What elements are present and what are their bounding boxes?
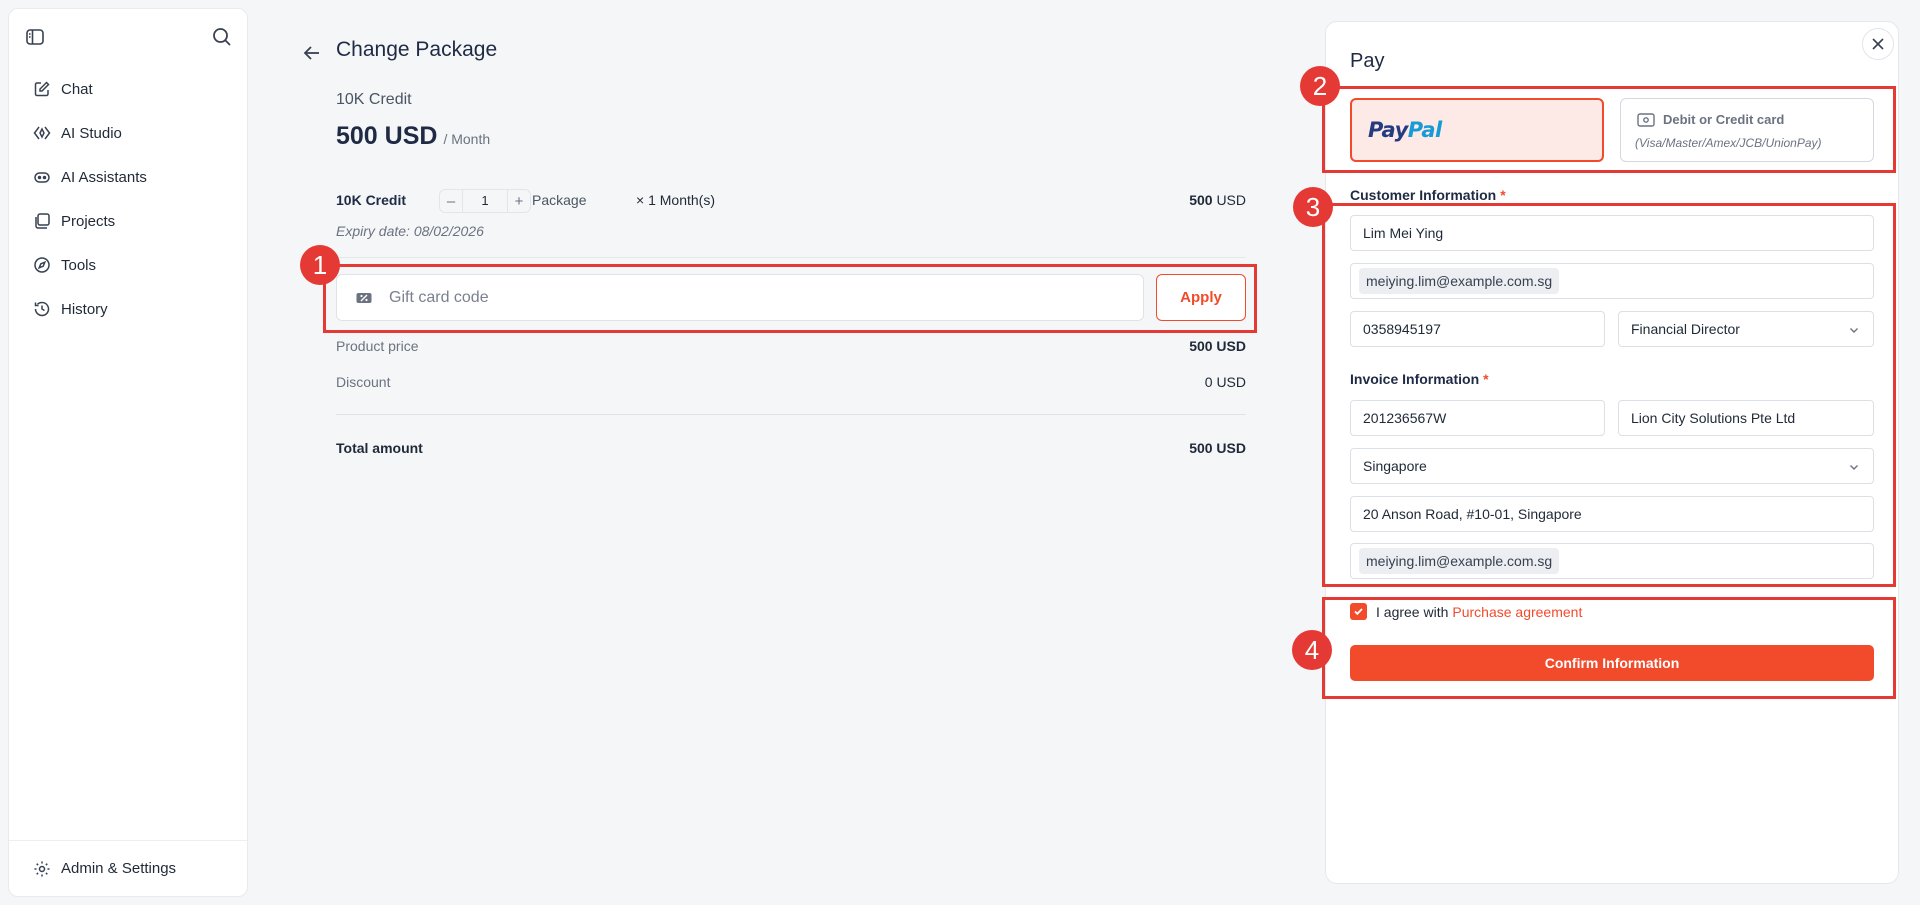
divider — [336, 414, 1246, 415]
pay-title: Pay — [1350, 50, 1385, 72]
sidebar-item-label: History — [61, 300, 108, 318]
compass-icon — [34, 257, 50, 273]
folders-icon — [35, 213, 50, 229]
price-amount: 500 USD — [336, 122, 438, 150]
settings-label: Admin & Settings — [61, 860, 177, 877]
annotation-marker-1: 1 — [300, 245, 340, 285]
gear-icon — [34, 861, 50, 876]
company-name-field[interactable]: Lion City Solutions Pte Ltd — [1618, 400, 1874, 436]
sidebar-item-ai-studio[interactable]: AI Studio — [17, 111, 241, 155]
package-name: 10K Credit — [336, 91, 412, 108]
agreement-row: I agree with Purchase agreement — [1350, 603, 1582, 620]
tax-code-field[interactable]: 201236567W — [1350, 400, 1605, 436]
studio-icon — [33, 126, 51, 140]
sidebar-item-label: Projects — [61, 212, 116, 230]
country-value: Singapore — [1363, 458, 1427, 474]
back-arrow-icon[interactable] — [300, 41, 324, 65]
price-period: / Month — [443, 131, 491, 147]
customer-name-field[interactable]: Lim Mei Ying — [1350, 215, 1874, 251]
card-option-subtitle: (Visa/Master/Amex/JCB/UnionPay) — [1635, 136, 1822, 150]
sidebar-header — [9, 9, 247, 61]
customer-info-label: Customer Information * — [1350, 187, 1506, 203]
line-item-total: 500 USD — [1189, 192, 1246, 208]
total-label: Total amount — [336, 440, 423, 456]
total-value: 500 USD — [1189, 440, 1246, 456]
close-button[interactable] — [1862, 28, 1894, 60]
quantity-value[interactable]: 1 — [462, 190, 508, 212]
sidebar-item-admin-settings[interactable]: Admin & Settings — [9, 840, 247, 896]
sidebar-item-label: Chat — [61, 80, 93, 98]
apply-button[interactable]: Apply — [1156, 274, 1246, 321]
sidebar-item-history[interactable]: History — [17, 287, 241, 331]
product-price-row: Product price 500 USD — [336, 338, 1246, 358]
line-total-currency: USD — [1216, 192, 1246, 208]
payment-option-card[interactable]: Debit or Credit card (Visa/Master/Amex/J… — [1620, 98, 1874, 162]
history-icon — [34, 301, 50, 317]
country-select[interactable]: Singapore — [1350, 448, 1874, 484]
check-icon — [1354, 608, 1363, 616]
chevron-down-icon — [1850, 328, 1858, 333]
invoice-email-field[interactable]: meiying.lim@example.com.sg — [1350, 543, 1874, 579]
close-icon — [1872, 38, 1884, 50]
sidebar-item-ai-assistants[interactable]: AI Assistants — [17, 155, 241, 199]
gift-card-input[interactable] — [389, 288, 1089, 307]
decrement-button[interactable]: – — [440, 190, 462, 212]
purchase-agreement-link[interactable]: Purchase agreement — [1452, 604, 1582, 620]
page-title: Change Package — [336, 38, 498, 61]
email-chip: meiying.lim@example.com.sg — [1359, 548, 1560, 574]
sidebar-item-projects[interactable]: Projects — [17, 199, 241, 243]
annotation-marker-4: 4 — [1292, 630, 1332, 670]
discount-label: Discount — [336, 374, 391, 390]
email-chip: meiying.lim@example.com.sg — [1359, 268, 1560, 294]
line-item-months: × 1 Month(s) — [636, 192, 715, 208]
line-item-unit: Package — [532, 192, 587, 208]
sidebar-item-label: Tools — [61, 256, 97, 274]
card-icon — [1637, 113, 1655, 127]
sidebar-item-tools[interactable]: Tools — [17, 243, 241, 287]
search-icon[interactable] — [211, 26, 233, 48]
sidebar-item-label: AI Studio — [61, 124, 122, 142]
sidebar-nav: Chat AI Studio AI Assistants Projects To… — [17, 67, 241, 331]
sidebar: Chat AI Studio AI Assistants Projects To… — [8, 8, 248, 897]
confirm-information-button[interactable]: Confirm Information — [1350, 645, 1874, 681]
bot-icon — [34, 172, 50, 183]
order-line: 10K Credit – 1 + Package × 1 Month(s) 50… — [336, 189, 1246, 213]
total-row: Total amount 500 USD — [336, 440, 1246, 460]
agree-checkbox[interactable] — [1350, 603, 1367, 620]
quantity-stepper[interactable]: – 1 + — [439, 189, 531, 213]
customer-phone-field[interactable]: 0358945197 — [1350, 311, 1605, 347]
customer-email-field[interactable]: meiying.lim@example.com.sg — [1350, 263, 1874, 299]
card-option-title: Debit or Credit card — [1663, 112, 1785, 127]
payment-option-paypal[interactable]: PayPal — [1350, 98, 1604, 162]
expiry-date: Expiry date: 08/02/2026 — [336, 223, 484, 239]
address-field[interactable]: 20 Anson Road, #10-01, Singapore — [1350, 496, 1874, 532]
divider — [336, 257, 1246, 258]
annotation-marker-2: 2 — [1300, 66, 1340, 106]
line-total-value: 500 — [1189, 192, 1213, 208]
product-price-value: 500 USD — [1189, 338, 1246, 354]
gift-card-field[interactable] — [336, 274, 1144, 321]
product-price-label: Product price — [336, 338, 419, 354]
chevron-down-icon — [1850, 465, 1858, 470]
paypal-logo: PayPal — [1368, 118, 1442, 142]
position-select[interactable]: Financial Director — [1618, 311, 1874, 347]
agree-text: I agree with — [1376, 603, 1449, 620]
sidebar-toggle-icon[interactable] — [25, 27, 45, 47]
ticket-icon — [356, 292, 372, 303]
discount-value: 0 USD — [1204, 374, 1246, 390]
edit-square-icon — [34, 81, 50, 97]
position-value: Financial Director — [1631, 321, 1740, 337]
package-price: 500 USD / Month — [336, 122, 490, 151]
sidebar-item-chat[interactable]: Chat — [17, 67, 241, 111]
sidebar-item-label: AI Assistants — [61, 168, 147, 186]
line-item-name: 10K Credit — [336, 192, 407, 208]
annotation-marker-3: 3 — [1293, 187, 1333, 227]
discount-row: Discount 0 USD — [336, 374, 1246, 394]
invoice-info-label: Invoice Information * — [1350, 371, 1489, 387]
increment-button[interactable]: + — [508, 190, 530, 212]
